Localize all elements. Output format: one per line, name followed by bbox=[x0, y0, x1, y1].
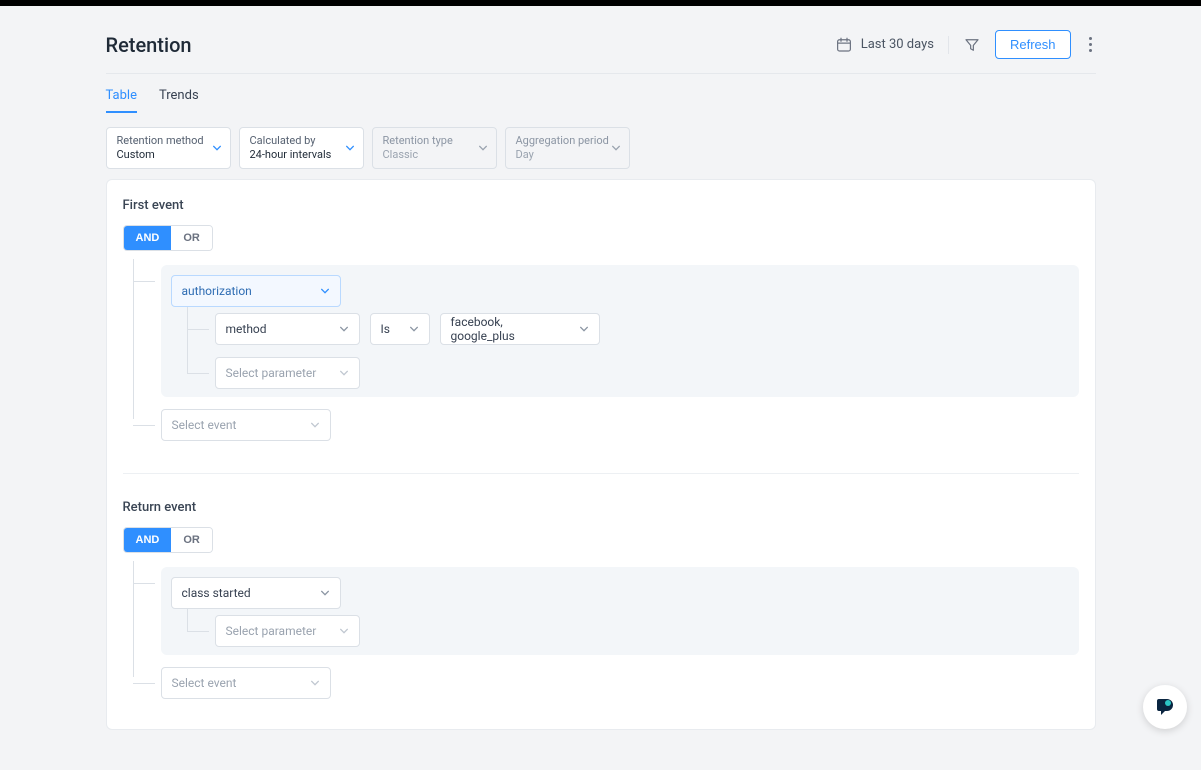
section-divider bbox=[123, 473, 1079, 474]
chevron-down-icon bbox=[339, 368, 349, 378]
chevron-down-icon bbox=[611, 143, 621, 153]
page-header: Retention Last 30 days Refresh bbox=[106, 26, 1096, 74]
chevron-down-icon bbox=[579, 324, 589, 334]
return-event-tree: class started Select parameter bbox=[123, 561, 1079, 705]
chevron-down-icon bbox=[409, 324, 419, 334]
param-value-select[interactable]: facebook, google_plus bbox=[440, 313, 600, 345]
dropdown-value: class started bbox=[182, 586, 251, 600]
dropdown-placeholder: Select event bbox=[172, 676, 237, 690]
retention-type-select: Retention type Classic bbox=[372, 127, 497, 169]
return-event-section: Return event AND OR class started bbox=[123, 500, 1079, 705]
dropdown-value: facebook, google_plus bbox=[451, 315, 569, 343]
refresh-button[interactable]: Refresh bbox=[995, 30, 1071, 59]
first-event-title: First event bbox=[123, 198, 1079, 213]
calendar-icon bbox=[835, 36, 853, 54]
chevron-down-icon bbox=[310, 678, 320, 688]
chevron-down-icon bbox=[339, 626, 349, 636]
return-event-select[interactable]: class started bbox=[171, 577, 341, 609]
first-event-tree: authorization method bbox=[123, 259, 1079, 447]
retention-method-select[interactable]: Retention method Custom bbox=[106, 127, 231, 169]
dropdown-placeholder: Select parameter bbox=[226, 624, 317, 638]
first-event-block: authorization method bbox=[161, 265, 1079, 397]
select-label: Retention method bbox=[117, 134, 220, 148]
return-event-params: Select parameter bbox=[177, 609, 1069, 653]
config-selectors: Retention method Custom Calculated by 24… bbox=[106, 113, 1096, 179]
tab-bar: Table Trends bbox=[106, 74, 1096, 113]
first-event-section: First event AND OR authorization bbox=[123, 198, 1079, 447]
return-event-logic-toggle: AND OR bbox=[123, 527, 213, 553]
more-menu-icon[interactable] bbox=[1085, 33, 1096, 56]
tab-trends[interactable]: Trends bbox=[159, 88, 199, 113]
filter-icon[interactable] bbox=[963, 36, 981, 54]
chevron-down-icon bbox=[339, 324, 349, 334]
add-parameter-select[interactable]: Select parameter bbox=[215, 615, 360, 647]
chevron-down-icon bbox=[212, 143, 222, 153]
dropdown-value: method bbox=[226, 322, 267, 336]
calculated-by-select[interactable]: Calculated by 24-hour intervals bbox=[239, 127, 364, 169]
first-event-params: method Is facebook, google bbox=[177, 307, 1069, 395]
add-parameter-select[interactable]: Select parameter bbox=[215, 357, 360, 389]
select-value: 24-hour intervals bbox=[250, 148, 353, 162]
return-event-block: class started Select parameter bbox=[161, 567, 1079, 655]
return-event-title: Return event bbox=[123, 500, 1079, 515]
logic-or-button[interactable]: OR bbox=[171, 528, 212, 552]
dropdown-value: authorization bbox=[182, 284, 252, 298]
chevron-down-icon bbox=[320, 286, 330, 296]
page-title: Retention bbox=[106, 33, 192, 57]
param-operator-select[interactable]: Is bbox=[370, 313, 430, 345]
chevron-down-icon bbox=[320, 588, 330, 598]
logic-or-button[interactable]: OR bbox=[171, 226, 212, 250]
param-name-select[interactable]: method bbox=[215, 313, 360, 345]
select-label: Aggregation period bbox=[516, 134, 619, 148]
select-label: Calculated by bbox=[250, 134, 353, 148]
add-first-event-select[interactable]: Select event bbox=[161, 409, 331, 441]
date-range-label: Last 30 days bbox=[861, 37, 934, 52]
param-row: method Is facebook, google bbox=[215, 313, 1069, 345]
first-event-select[interactable]: authorization bbox=[171, 275, 341, 307]
tab-table[interactable]: Table bbox=[106, 88, 137, 113]
logic-and-button[interactable]: AND bbox=[124, 528, 172, 552]
dropdown-value: Is bbox=[381, 322, 390, 336]
dropdown-placeholder: Select event bbox=[172, 418, 237, 432]
select-value: Custom bbox=[117, 148, 220, 162]
date-range-picker[interactable]: Last 30 days bbox=[835, 36, 934, 54]
chevron-down-icon bbox=[345, 143, 355, 153]
add-return-event-select[interactable]: Select event bbox=[161, 667, 331, 699]
query-builder-card: First event AND OR authorization bbox=[106, 179, 1096, 730]
first-event-logic-toggle: AND OR bbox=[123, 225, 213, 251]
chevron-down-icon bbox=[478, 143, 488, 153]
page-body: Retention Last 30 days Refresh Table Tre… bbox=[0, 6, 1201, 770]
chevron-down-icon bbox=[310, 420, 320, 430]
select-value: Classic bbox=[383, 148, 486, 162]
divider bbox=[948, 36, 949, 54]
help-widget-icon[interactable] bbox=[1143, 685, 1187, 729]
select-label: Retention type bbox=[383, 134, 486, 148]
aggregation-period-select: Aggregation period Day bbox=[505, 127, 630, 169]
logic-and-button[interactable]: AND bbox=[124, 226, 172, 250]
select-value: Day bbox=[516, 148, 619, 162]
dropdown-placeholder: Select parameter bbox=[226, 366, 317, 380]
